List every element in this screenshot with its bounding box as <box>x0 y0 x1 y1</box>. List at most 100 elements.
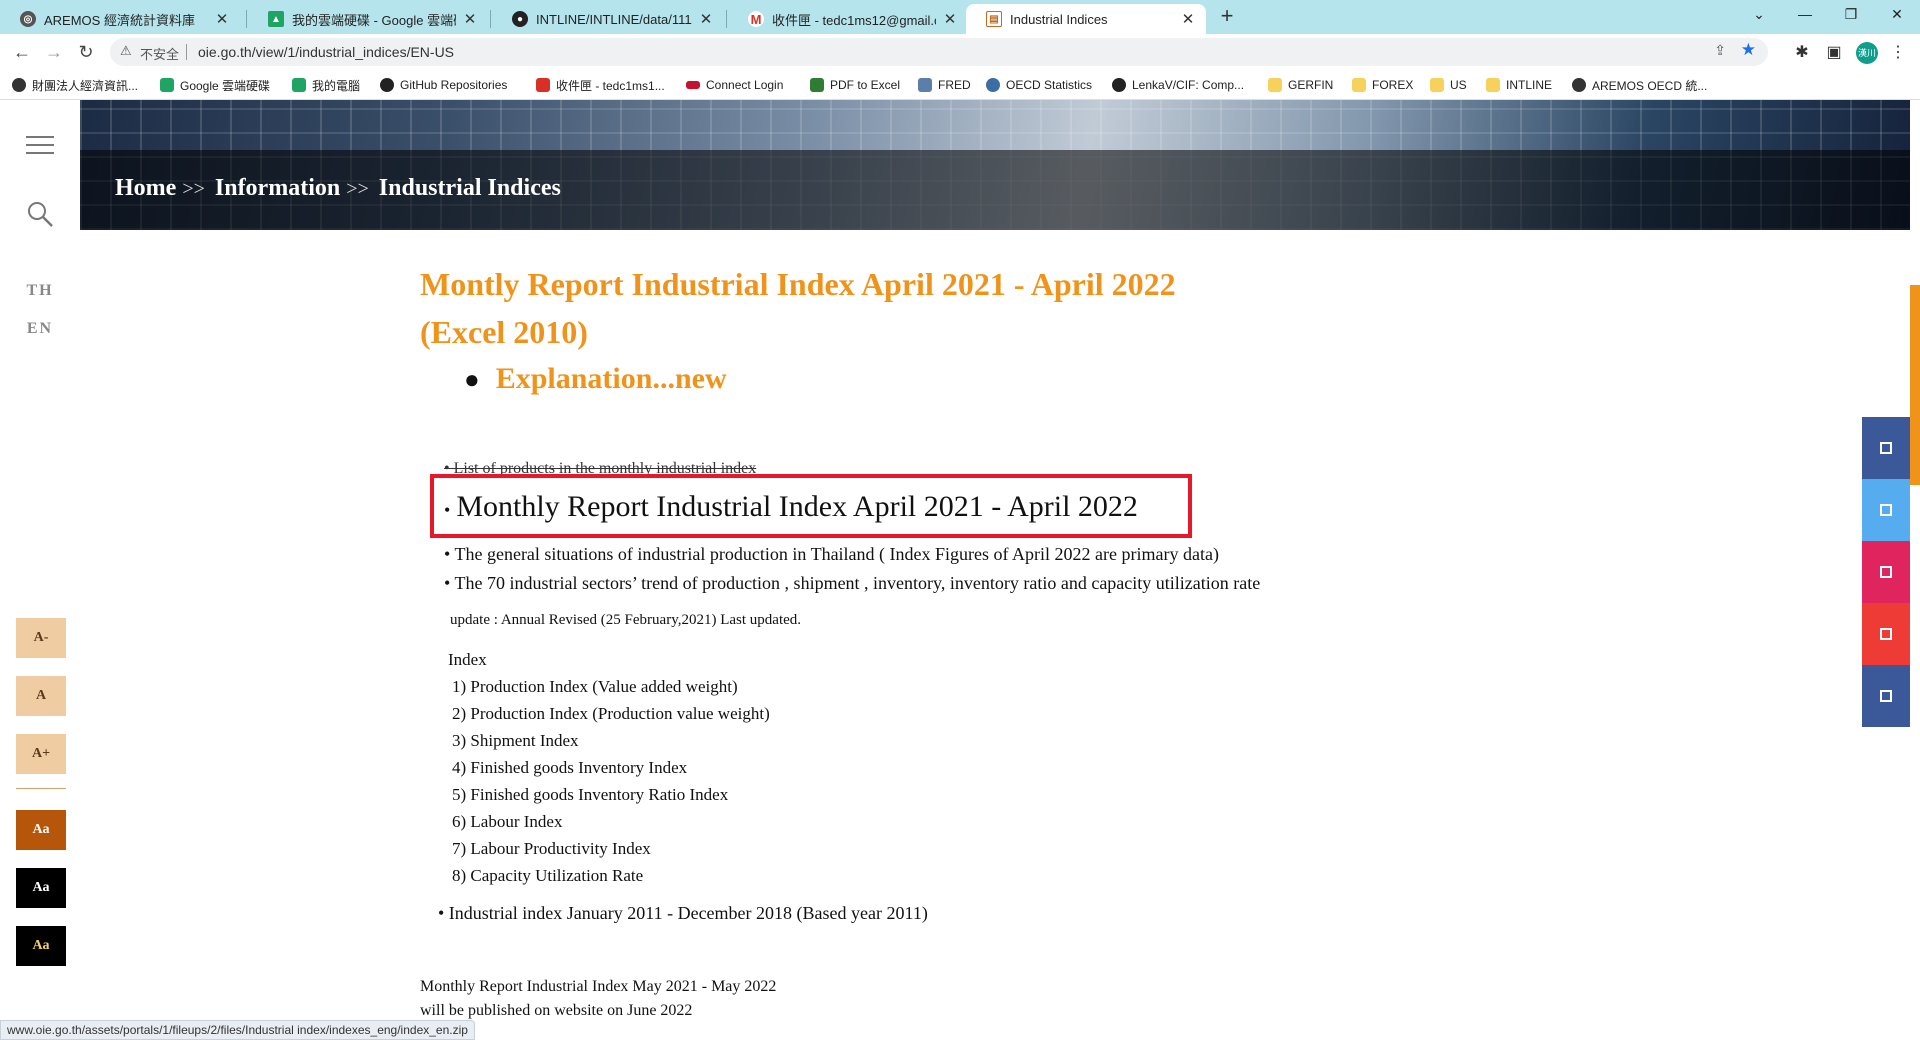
profile-avatar[interactable]: 漢川 <box>1856 42 1878 64</box>
theme-default-button[interactable]: Aa <box>16 810 66 850</box>
trend-link[interactable]: • The 70 industrial sectors’ trend of pr… <box>444 573 1260 594</box>
github-icon: ● <box>512 11 528 27</box>
lang-en-link[interactable]: EN <box>20 320 60 338</box>
close-icon[interactable]: ✕ <box>942 10 958 28</box>
tab-aremos[interactable]: ◎ AREMOS 經濟統計資料庫 ✕ <box>0 4 240 34</box>
industrial-index-2011-link[interactable]: • Industrial index January 2011 - Decemb… <box>438 903 928 924</box>
close-icon[interactable]: ✕ <box>1180 10 1196 28</box>
tab-industrial-indices[interactable]: ▤ Industrial Indices ✕ <box>966 4 1206 34</box>
bookmark-icon <box>12 78 26 92</box>
breadcrumb-current: Industrial Indices <box>378 175 561 201</box>
search-icon[interactable] <box>26 200 54 228</box>
omnibox-separator <box>186 44 187 60</box>
bookmark-item[interactable]: LenkaV/CIF: Comp... <box>1112 76 1244 94</box>
restore-button[interactable]: ❐ <box>1828 0 1874 30</box>
bookmark-item[interactable]: OECD Statistics <box>986 76 1092 94</box>
theme-dark-button[interactable]: Aa <box>16 868 66 908</box>
index-heading: Index <box>448 650 487 669</box>
side-panel-icon[interactable]: ▣ <box>1824 42 1844 62</box>
bookmark-item[interactable]: PDF to Excel <box>810 76 900 94</box>
minimize-button[interactable]: — <box>1782 0 1828 30</box>
update-text: update : Annual Revised (25 February,202… <box>450 612 802 628</box>
index-item: 6) Labour Index <box>452 812 563 831</box>
bookmark-folder[interactable]: INTLINE <box>1486 76 1552 94</box>
tab-google-drive[interactable]: ▲ 我的雲端硬碟 - Google 雲端硬碟 ✕ <box>248 4 488 34</box>
drive-icon <box>160 78 174 92</box>
linkedin-icon <box>1880 690 1892 702</box>
close-icon[interactable]: ✕ <box>214 10 230 28</box>
new-tab-button[interactable]: + <box>1213 5 1241 29</box>
bookmark-item[interactable]: 我的電腦 <box>292 76 360 94</box>
theme-high-contrast-button[interactable]: Aa <box>16 926 66 966</box>
bookmark-label: AREMOS OECD 統... <box>1592 78 1708 93</box>
globe-icon <box>1572 78 1586 92</box>
bookmark-item[interactable]: AREMOS OECD 統... <box>1572 76 1707 94</box>
scrollbar[interactable] <box>1910 285 1920 485</box>
tab-search-button[interactable]: ⌄ <box>1736 0 1782 30</box>
bookmark-label: 財團法人經濟資訊... <box>32 78 139 93</box>
bookmark-label: GitHub Repositories <box>400 78 508 92</box>
chart-icon <box>918 78 932 92</box>
tab-gmail[interactable]: M 收件匣 - tedc1ms12@gmail.com ✕ <box>728 4 968 34</box>
page-title[interactable]: Montly Report Industrial Index April 202… <box>420 260 1320 356</box>
breadcrumb-home[interactable]: Home <box>115 175 176 202</box>
social-share-bar <box>1862 417 1910 727</box>
bookmark-folder[interactable]: GERFIN <box>1268 76 1333 94</box>
gmail-icon <box>536 78 550 92</box>
explanation-link[interactable]: ● Explanation...new <box>464 362 727 396</box>
tab-separator <box>726 10 727 28</box>
extensions-icon[interactable]: ✱ <box>1792 42 1812 62</box>
tab-title: Industrial Indices <box>1010 11 1108 27</box>
font-normal-button[interactable]: A <box>16 676 66 716</box>
pinterest-share-button[interactable] <box>1862 541 1910 603</box>
facebook-share-button[interactable] <box>1862 417 1910 479</box>
share-icon[interactable]: ⇪ <box>1714 42 1726 59</box>
tab-separator <box>246 10 247 28</box>
index-item: 3) Shipment Index <box>452 731 579 750</box>
bookmark-item[interactable]: FRED <box>918 76 971 94</box>
note-line-1: Monthly Report Industrial Index May 2021… <box>420 978 777 995</box>
tab-title: AREMOS 經濟統計資料庫 <box>44 12 195 28</box>
close-icon[interactable]: ✕ <box>698 10 714 28</box>
tab-title: 收件匣 - tedc1ms12@gmail.com <box>772 12 936 28</box>
explanation-label[interactable]: Explanation...new <box>496 362 727 395</box>
highlight-box <box>430 474 1192 538</box>
index-item: 2) Production Index (Production value we… <box>452 704 770 723</box>
bookmark-star-icon[interactable]: ★ <box>1741 40 1756 60</box>
back-button[interactable]: ← <box>10 40 34 64</box>
close-icon[interactable]: ✕ <box>462 10 478 28</box>
bookmark-folder[interactable]: US <box>1430 76 1467 94</box>
folder-icon <box>1486 78 1500 92</box>
breadcrumb-information[interactable]: Information <box>215 175 340 202</box>
lang-th-link[interactable]: TH <box>20 282 60 300</box>
general-situations-link[interactable]: • The general situations of industrial p… <box>444 544 1219 565</box>
close-window-button[interactable]: ✕ <box>1874 0 1920 30</box>
gmail-icon: M <box>748 11 764 27</box>
reload-button[interactable]: ↻ <box>74 40 98 64</box>
linkedin-share-button[interactable] <box>1862 665 1910 727</box>
hamburger-menu-icon[interactable] <box>26 136 54 156</box>
address-bar[interactable]: ⚠ 不安全 oie.go.th/view/1/industrial_indice… <box>110 38 1768 66</box>
title-line-1[interactable]: Montly Report Industrial Index April 202… <box>420 260 1320 308</box>
bookmark-item[interactable]: 財團法人經濟資訊... <box>12 76 138 94</box>
tab-github[interactable]: ● INTLINE/INTLINE/data/111/BEA ✕ <box>492 4 724 34</box>
tab-title: 我的雲端硬碟 - Google 雲端硬碟 <box>292 12 456 28</box>
bookmark-item[interactable]: Google 雲端硬碟 <box>160 76 270 94</box>
page-banner: Home >> Information >> Industrial Indice… <box>80 100 1910 230</box>
breadcrumb-separator: >> <box>182 178 205 200</box>
twitter-share-button[interactable] <box>1862 479 1910 541</box>
bookmark-item[interactable]: GitHub Repositories <box>380 76 507 94</box>
index-item: 8) Capacity Utilization Rate <box>452 866 644 885</box>
font-decrease-button[interactable]: A- <box>16 618 66 658</box>
font-increase-button[interactable]: A+ <box>16 734 66 774</box>
title-line-2[interactable]: (Excel 2010) <box>420 308 1320 356</box>
bookmark-item[interactable]: Connect Login <box>686 76 783 94</box>
bookmark-item[interactable]: 收件匣 - tedc1ms1... <box>536 76 665 94</box>
google-share-button[interactable] <box>1862 603 1910 665</box>
bookmark-folder[interactable]: FOREX <box>1352 76 1413 94</box>
github-icon <box>1112 78 1126 92</box>
url-text[interactable]: oie.go.th/view/1/industrial_indices/EN-U… <box>198 44 454 60</box>
menu-icon[interactable]: ⋮ <box>1888 42 1908 62</box>
bookmarks-bar: 財團法人經濟資訊... Google 雲端硬碟 我的電腦 GitHub Repo… <box>0 70 1920 100</box>
forward-button[interactable]: → <box>42 40 66 64</box>
